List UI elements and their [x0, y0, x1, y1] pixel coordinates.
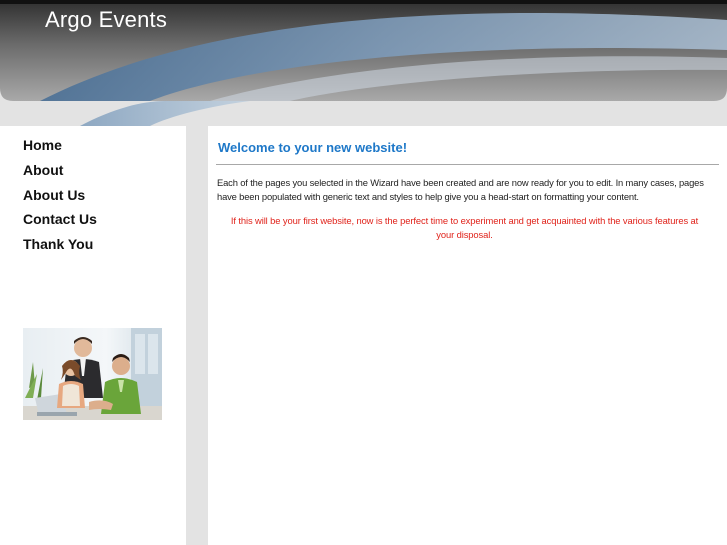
- column-gutter: [186, 126, 208, 545]
- nav-link-home[interactable]: Home: [23, 137, 62, 153]
- nav-menu: Home About About Us Contact Us Thank You: [23, 137, 97, 261]
- page-title: Welcome to your new website!: [218, 140, 408, 155]
- nav-item-about-us: About Us: [23, 187, 97, 212]
- nav-link-about[interactable]: About: [23, 162, 63, 178]
- nav-link-thank-you[interactable]: Thank You: [23, 236, 93, 252]
- nav-item-about: About: [23, 162, 97, 187]
- sidebar: Home About About Us Contact Us Thank You: [0, 126, 186, 545]
- office-team-photo: [23, 328, 162, 420]
- intro-paragraph: Each of the pages you selected in the Wi…: [217, 177, 704, 202]
- nav-item-home: Home: [23, 137, 97, 162]
- nav-item-thank-you: Thank You: [23, 236, 97, 261]
- site-title[interactable]: Argo Events: [45, 7, 167, 33]
- heading-divider: [216, 164, 719, 165]
- page: Argo Events Home About About Us Contact …: [0, 0, 727, 545]
- nav-item-contact-us: Contact Us: [23, 211, 97, 236]
- header-banner: Argo Events: [0, 0, 727, 126]
- first-website-note: If this will be your first website, now …: [230, 215, 699, 240]
- nav-link-contact-us[interactable]: Contact Us: [23, 211, 97, 227]
- main-content: Welcome to your new website! Each of the…: [208, 126, 727, 545]
- nav-link-about-us[interactable]: About Us: [23, 187, 85, 203]
